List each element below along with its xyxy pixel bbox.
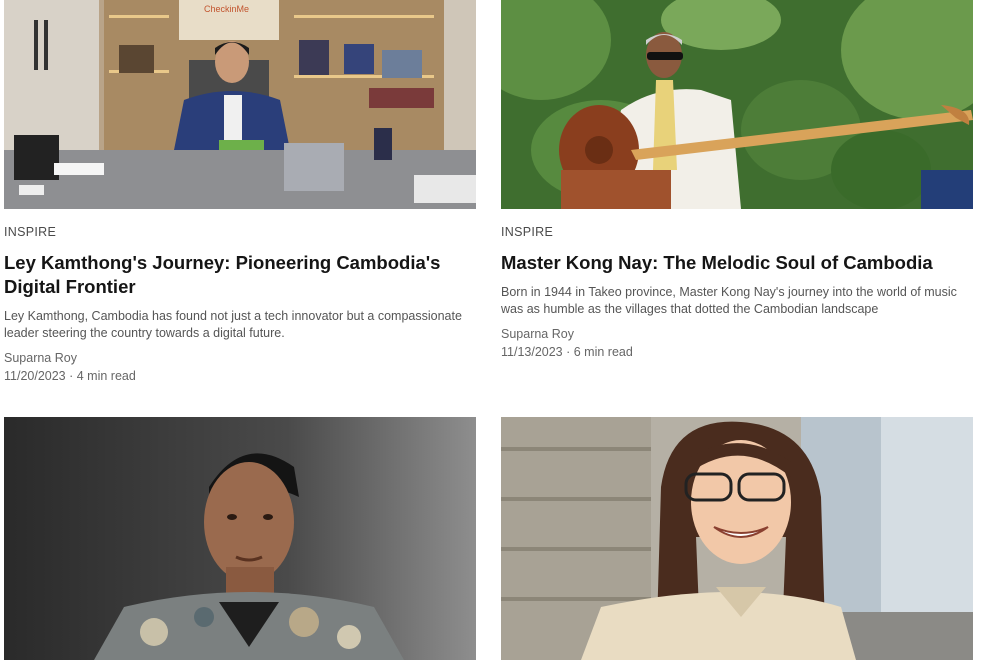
article-category: INSPIRE xyxy=(501,225,554,239)
article-thumbnail[interactable]: CheckinMe xyxy=(4,0,476,209)
svg-text:CheckinMe: CheckinMe xyxy=(204,4,249,14)
article-thumbnail[interactable] xyxy=(4,417,476,660)
article-title[interactable]: Ley Kamthong's Journey: Pioneering Cambo… xyxy=(4,251,476,299)
article-excerpt: Ley Kamthong, Cambodia has found not jus… xyxy=(4,309,462,340)
musician-photo xyxy=(501,0,973,209)
meta-separator: · xyxy=(562,345,574,359)
portrait-photo xyxy=(4,417,476,660)
article-card[interactable] xyxy=(501,417,973,660)
article-category: INSPIRE xyxy=(4,225,57,239)
article-author: Suparna Roy xyxy=(501,327,574,341)
article-meta: 11/20/2023 · 4 min read xyxy=(4,369,476,383)
article-card[interactable] xyxy=(4,417,476,660)
article-thumbnail[interactable] xyxy=(501,417,973,660)
article-card[interactable]: CheckinMe INSPIRE Ley Kamthong's Journey… xyxy=(4,0,476,383)
article-read-time: 6 min read xyxy=(573,345,633,359)
article-title[interactable]: Master Kong Nay: The Melodic Soul of Cam… xyxy=(501,251,973,275)
article-card[interactable]: INSPIRE Master Kong Nay: The Melodic Sou… xyxy=(501,0,973,359)
article-author: Suparna Roy xyxy=(4,351,77,365)
portrait-photo xyxy=(501,417,973,660)
article-excerpt: Born in 1944 in Takeo province, Master K… xyxy=(501,285,957,316)
article-thumbnail[interactable] xyxy=(501,0,973,209)
article-date: 11/20/2023 xyxy=(4,369,66,383)
article-date: 11/13/2023 xyxy=(501,345,563,359)
meta-separator: · xyxy=(65,369,77,383)
article-meta: 11/13/2023 · 6 min read xyxy=(501,345,973,359)
office-photo: CheckinMe xyxy=(4,0,476,209)
article-read-time: 4 min read xyxy=(76,369,136,383)
